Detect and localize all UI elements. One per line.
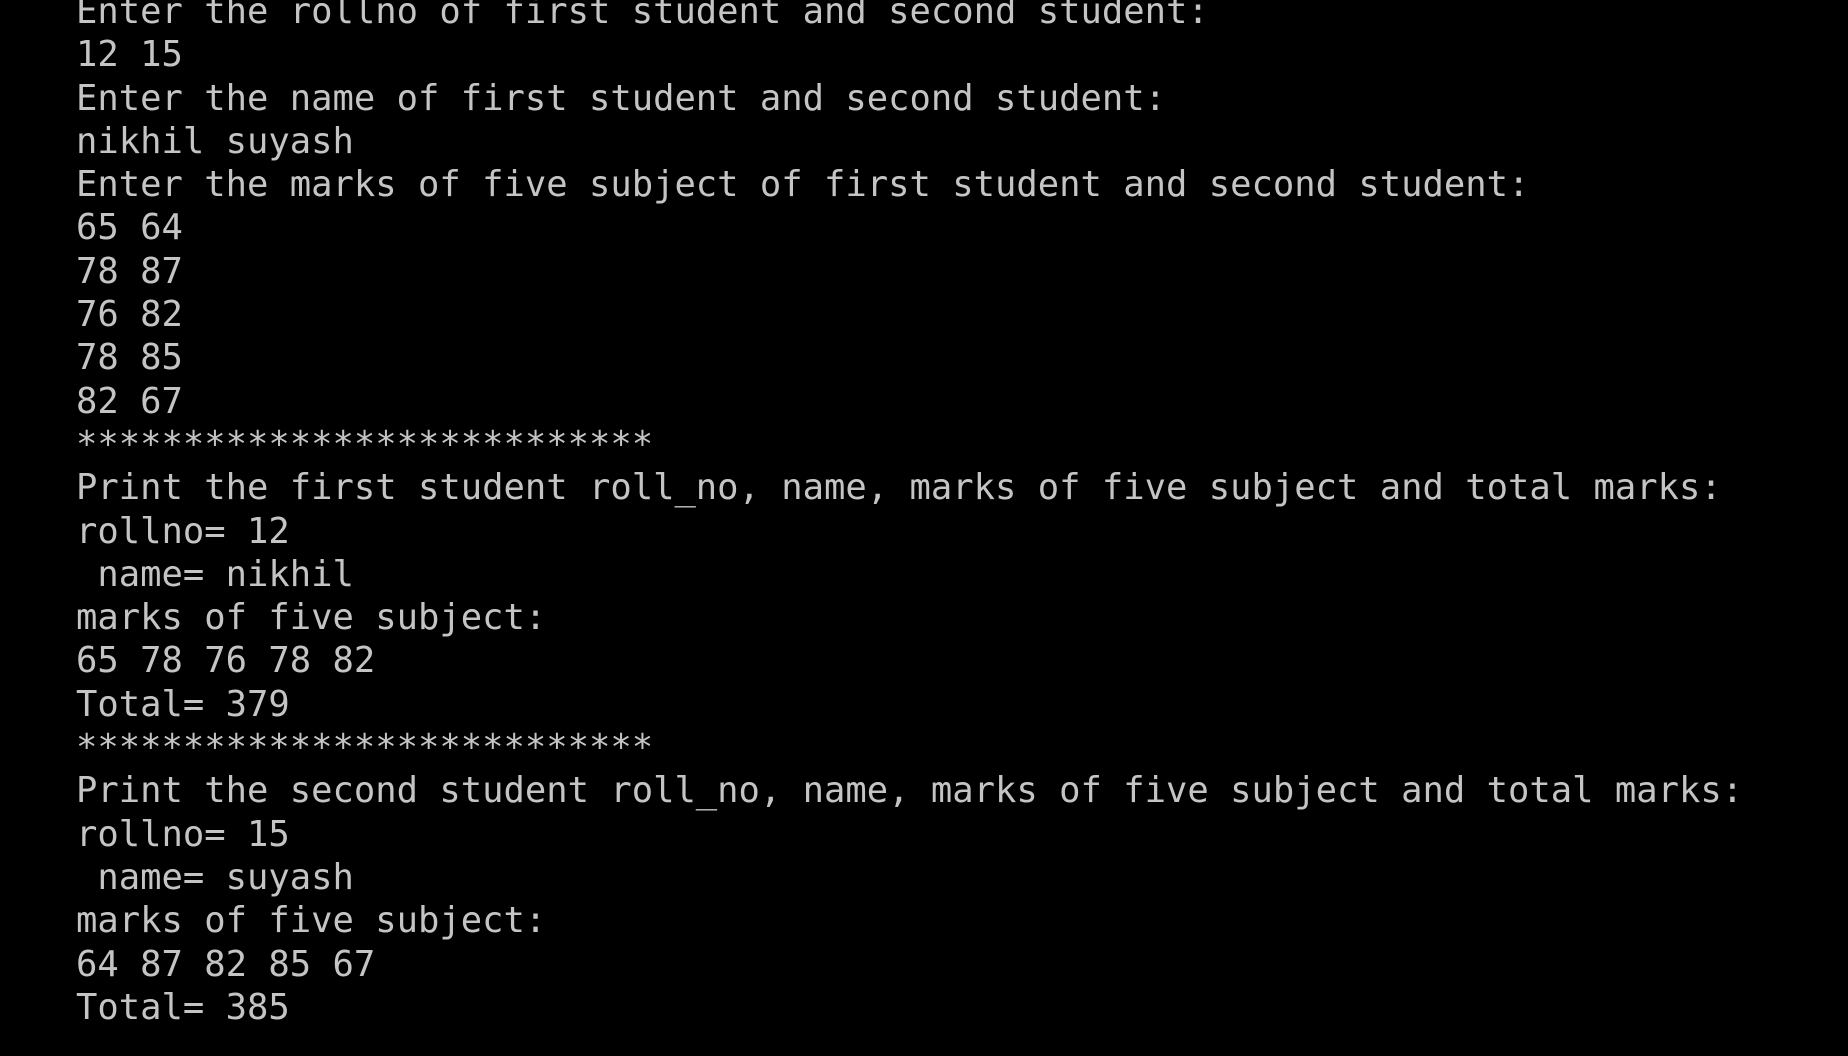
console-line: Print the second student roll_no, name, … <box>76 770 1744 812</box>
console-line: marks of five subject: <box>76 597 547 639</box>
console-line: *************************** <box>76 423 654 465</box>
console-line: Enter the name of first student and seco… <box>76 77 1167 119</box>
console-line: Print the first student roll_no, name, m… <box>76 467 1722 509</box>
console-line: rollno= 15 <box>76 813 290 855</box>
console-output: Enter the rollno of first student and se… <box>76 0 1743 1029</box>
console-line: name= nikhil <box>76 553 354 595</box>
console-line: nikhil suyash <box>76 120 354 162</box>
console-line: rollno= 12 <box>76 510 290 552</box>
console-line: 78 87 <box>76 250 183 292</box>
console-line: 12 15 <box>76 34 183 76</box>
console-line: 78 85 <box>76 337 183 379</box>
console-line: Enter the rollno of first student and se… <box>76 0 1209 32</box>
console-line: Total= 385 <box>76 986 290 1028</box>
console-line: 76 82 <box>76 294 183 336</box>
console-line: 65 64 <box>76 207 183 249</box>
console-line: 64 87 82 85 67 <box>76 943 376 985</box>
console-line: marks of five subject: <box>76 900 547 942</box>
console-line: name= suyash <box>76 856 354 898</box>
console-line: *************************** <box>76 727 654 769</box>
console-line: Enter the marks of five subject of first… <box>76 164 1530 206</box>
console-line: 82 67 <box>76 380 183 422</box>
console-line: 65 78 76 78 82 <box>76 640 376 682</box>
console-line: Total= 379 <box>76 683 290 725</box>
